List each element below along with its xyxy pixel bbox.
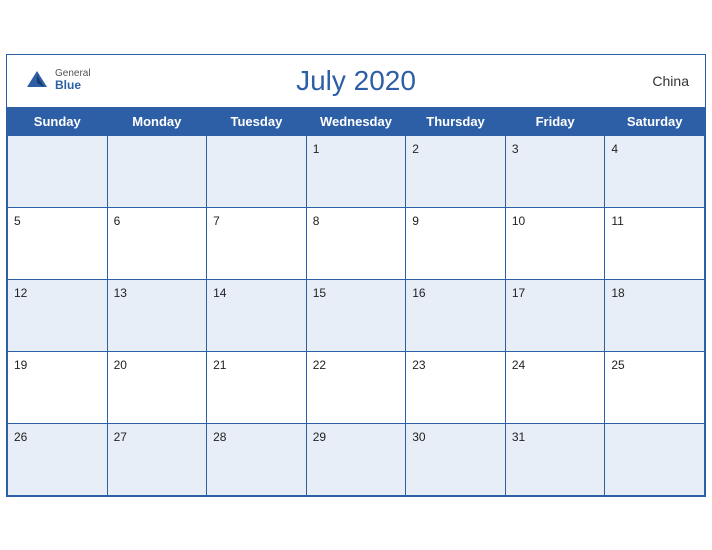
day-number: 27	[114, 430, 127, 444]
calendar-day-cell: 3	[505, 135, 605, 207]
header-saturday: Saturday	[605, 107, 705, 135]
calendar-day-cell: 26	[8, 423, 108, 495]
calendar-day-cell: 29	[306, 423, 406, 495]
brand-logo: General Blue	[23, 67, 91, 95]
calendar-day-cell: 1	[306, 135, 406, 207]
day-number: 1	[313, 142, 320, 156]
calendar-day-cell: 23	[406, 351, 506, 423]
header-friday: Friday	[505, 107, 605, 135]
calendar-day-cell: 27	[107, 423, 207, 495]
day-number: 15	[313, 286, 326, 300]
day-number: 5	[14, 214, 21, 228]
calendar-day-cell: 10	[505, 207, 605, 279]
calendar-day-cell: 18	[605, 279, 705, 351]
calendar-day-cell: 30	[406, 423, 506, 495]
header-wednesday: Wednesday	[306, 107, 406, 135]
day-number: 29	[313, 430, 326, 444]
country-label: China	[652, 73, 689, 89]
weekday-header-row: Sunday Monday Tuesday Wednesday Thursday…	[8, 107, 705, 135]
header-sunday: Sunday	[8, 107, 108, 135]
calendar-day-cell: 11	[605, 207, 705, 279]
calendar-day-cell: 19	[8, 351, 108, 423]
day-number: 31	[512, 430, 525, 444]
calendar-header: General Blue July 2020 China	[7, 55, 705, 107]
day-number: 14	[213, 286, 226, 300]
calendar-day-cell	[107, 135, 207, 207]
day-number: 11	[611, 214, 623, 228]
day-number: 8	[313, 214, 320, 228]
day-number: 16	[412, 286, 425, 300]
calendar-week-row: 12 13 14 15 16 17 18	[8, 279, 705, 351]
calendar-day-cell: 13	[107, 279, 207, 351]
day-number: 20	[114, 358, 127, 372]
day-number: 7	[213, 214, 220, 228]
calendar-day-cell: 17	[505, 279, 605, 351]
calendar-table: Sunday Monday Tuesday Wednesday Thursday…	[7, 107, 705, 496]
calendar-week-row: 1 2 3 4	[8, 135, 705, 207]
day-number: 17	[512, 286, 525, 300]
header-monday: Monday	[107, 107, 207, 135]
day-number: 4	[611, 142, 618, 156]
day-number: 13	[114, 286, 127, 300]
day-number: 9	[412, 214, 419, 228]
brand-blue-text: Blue	[55, 79, 91, 92]
calendar-week-row: 26 27 28 29 30 31	[8, 423, 705, 495]
header-tuesday: Tuesday	[207, 107, 307, 135]
calendar-day-cell: 2	[406, 135, 506, 207]
calendar-day-cell: 21	[207, 351, 307, 423]
calendar: General Blue July 2020 China Sunday Mond…	[6, 54, 706, 497]
day-number: 26	[14, 430, 27, 444]
calendar-day-cell: 20	[107, 351, 207, 423]
day-number: 2	[412, 142, 419, 156]
calendar-day-cell: 15	[306, 279, 406, 351]
day-number: 6	[114, 214, 121, 228]
day-number: 21	[213, 358, 226, 372]
calendar-day-cell: 16	[406, 279, 506, 351]
day-number: 19	[14, 358, 27, 372]
calendar-week-row: 5 6 7 8 9 10 11	[8, 207, 705, 279]
calendar-day-cell: 9	[406, 207, 506, 279]
day-number: 22	[313, 358, 326, 372]
calendar-day-cell: 7	[207, 207, 307, 279]
day-number: 18	[611, 286, 624, 300]
header-thursday: Thursday	[406, 107, 506, 135]
day-number: 24	[512, 358, 525, 372]
calendar-day-cell: 14	[207, 279, 307, 351]
calendar-day-cell: 5	[8, 207, 108, 279]
calendar-day-cell	[8, 135, 108, 207]
calendar-day-cell	[207, 135, 307, 207]
calendar-day-cell: 31	[505, 423, 605, 495]
calendar-day-cell: 22	[306, 351, 406, 423]
day-number: 3	[512, 142, 519, 156]
calendar-title: July 2020	[23, 65, 689, 97]
day-number: 12	[14, 286, 27, 300]
day-number: 30	[412, 430, 425, 444]
calendar-day-cell: 24	[505, 351, 605, 423]
day-number: 23	[412, 358, 425, 372]
calendar-day-cell: 12	[8, 279, 108, 351]
calendar-day-cell: 8	[306, 207, 406, 279]
calendar-day-cell: 4	[605, 135, 705, 207]
calendar-week-row: 19 20 21 22 23 24 25	[8, 351, 705, 423]
day-number: 10	[512, 214, 525, 228]
calendar-day-cell: 6	[107, 207, 207, 279]
calendar-day-cell: 28	[207, 423, 307, 495]
calendar-day-cell	[605, 423, 705, 495]
day-number: 25	[611, 358, 624, 372]
calendar-day-cell: 25	[605, 351, 705, 423]
day-number: 28	[213, 430, 226, 444]
